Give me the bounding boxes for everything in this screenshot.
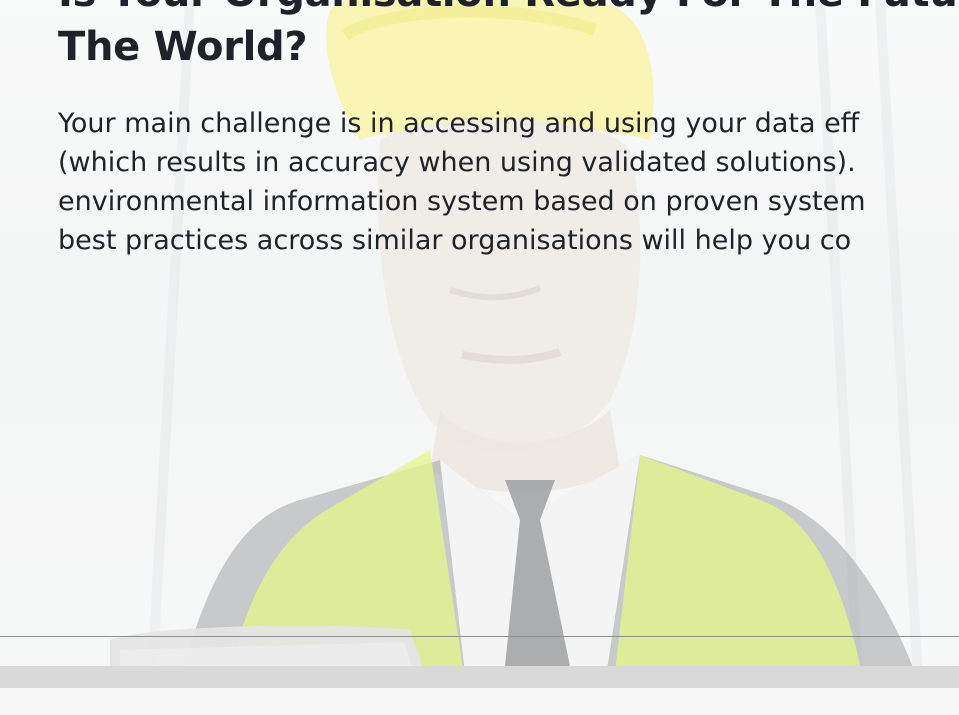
footer-band — [0, 666, 959, 688]
hero-body-line-2: (which results in accuracy when using va… — [58, 147, 856, 178]
hero-headline-line-1: Is Your Organisation Ready For The Futur… — [58, 0, 959, 20]
hero-body-line-4: best practices across similar organisati… — [58, 225, 852, 256]
hero-headline-line-2: The World? — [58, 24, 308, 70]
footer-strip — [0, 688, 959, 715]
hero-body-text: Your main challenge is in accessing and … — [58, 104, 959, 260]
section-divider — [0, 636, 959, 637]
hero-body-line-1: Your main challenge is in accessing and … — [58, 108, 860, 139]
hero-body-line-3: environmental information system based o… — [58, 186, 866, 217]
hero-section: Is Your Organisation Ready For The Futur… — [0, 0, 959, 715]
hero-headline: Is Your Organisation Ready For The Futur… — [58, 0, 959, 74]
